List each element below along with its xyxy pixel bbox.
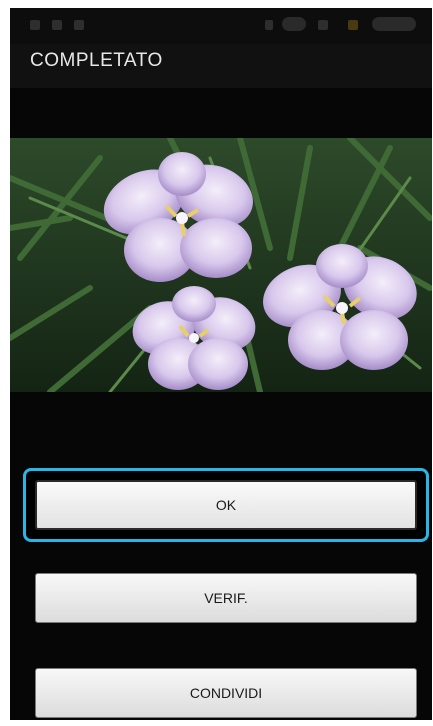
notification-icon: [30, 20, 40, 30]
verify-button[interactable]: VERIF.: [35, 573, 417, 623]
ok-button[interactable]: OK: [35, 480, 417, 530]
page-title: COMPLETATO: [30, 50, 163, 71]
signal-icon: [318, 20, 328, 30]
battery-icon: [348, 20, 358, 30]
flower-photo: [10, 138, 432, 392]
notification-icon: [52, 20, 62, 30]
clock: [372, 17, 416, 31]
bluetooth-icon: [265, 20, 273, 30]
wifi-icon: [282, 17, 306, 31]
status-bar: [10, 8, 432, 44]
app-screen: COMPLETATO OK VERIF. CONDIVIDI: [10, 8, 432, 720]
flower-image: [10, 138, 432, 392]
ok-button-focus-ring: OK: [23, 468, 429, 542]
notification-icon: [74, 20, 84, 30]
share-button[interactable]: CONDIVIDI: [35, 668, 417, 718]
